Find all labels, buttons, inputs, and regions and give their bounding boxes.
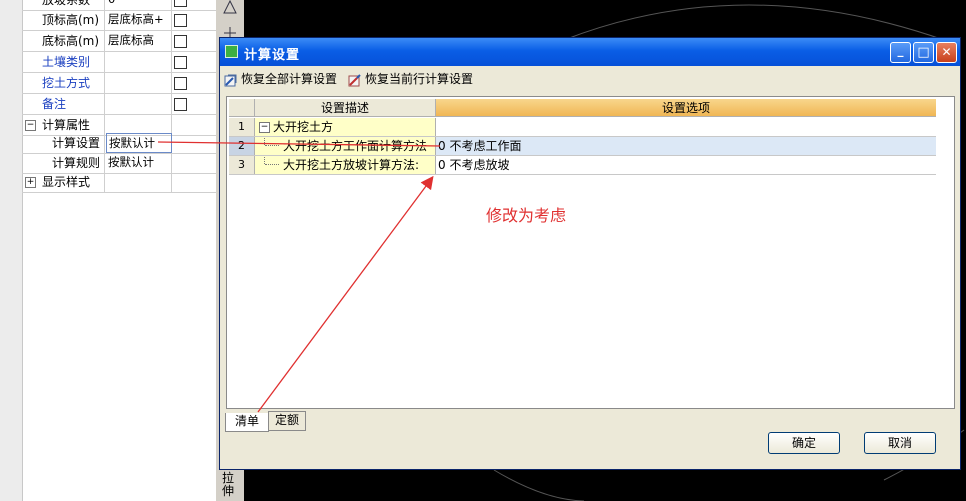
- app-icon: [225, 45, 238, 58]
- cancel-button[interactable]: 取消: [864, 432, 936, 454]
- grid-row-description: 大开挖土方工作面计算方法: [255, 137, 436, 155]
- checkbox[interactable]: [174, 77, 187, 90]
- triangle-icon[interactable]: [222, 0, 238, 14]
- settings-grid: 设置描述 设置选项 1 − 大开挖土方 2 大开挖土方工作面计算方法 0 不考虑…: [226, 96, 955, 409]
- restore-all-button[interactable]: 恢复全部计算设置: [224, 70, 337, 88]
- prop-row-top-elevation[interactable]: 顶标高(m) 层底标高+: [22, 10, 216, 31]
- grid-row-option[interactable]: [436, 118, 936, 136]
- grid-row-description: 大开挖土方放坡计算方法:: [255, 156, 436, 174]
- checkbox[interactable]: [174, 0, 187, 7]
- calc-settings-dialog: 计算设置 _ □ ✕ 恢复全部计算设置 恢复当前行计算设置 设置描述 设置选项 …: [219, 37, 961, 470]
- grid-header-option: 设置选项: [436, 99, 936, 117]
- checkbox[interactable]: [174, 14, 187, 27]
- collapse-icon[interactable]: −: [259, 122, 270, 133]
- panel-left-strip: [0, 0, 23, 501]
- prop-group-display-style[interactable]: + 显示样式: [22, 172, 216, 193]
- dialog-title-bar[interactable]: 计算设置 _ □ ✕: [220, 38, 960, 66]
- grid-row[interactable]: 2 大开挖土方工作面计算方法 0 不考虑工作面: [229, 137, 936, 156]
- checkbox[interactable]: [174, 56, 187, 69]
- prop-row-calc-rules[interactable]: 计算规则 按默认计: [22, 153, 216, 174]
- grid-row[interactable]: 1 − 大开挖土方: [229, 118, 936, 137]
- prop-row-remark[interactable]: 备注: [22, 94, 216, 115]
- checkbox[interactable]: [174, 35, 187, 48]
- minimize-button[interactable]: _: [890, 42, 911, 63]
- grid-row-option[interactable]: 0 不考虑工作面: [436, 137, 936, 155]
- grid-row[interactable]: 3 大开挖土方放坡计算方法: 0 不考虑放坡: [229, 156, 936, 175]
- dialog-title: 计算设置: [244, 48, 301, 63]
- ok-button[interactable]: 确定: [768, 432, 840, 454]
- restore-all-icon: [224, 74, 237, 86]
- grid-row-option[interactable]: 0 不考虑放坡: [436, 156, 936, 174]
- annotation-text: 修改为考虑: [486, 206, 567, 225]
- restore-current-row-button[interactable]: 恢复当前行计算设置: [348, 70, 473, 88]
- tab-bill[interactable]: 清单: [225, 413, 269, 432]
- maximize-button[interactable]: □: [913, 42, 934, 63]
- grid-header-description: 设置描述: [255, 99, 436, 117]
- close-button[interactable]: ✕: [936, 42, 957, 63]
- restore-row-icon: [348, 73, 361, 86]
- prop-row-calc-settings[interactable]: 计算设置 按默认计: [22, 133, 216, 154]
- tab-quota[interactable]: 定额: [268, 411, 306, 431]
- prop-row-bottom-elevation[interactable]: 底标高(m) 层底标高: [22, 31, 216, 52]
- property-panel: 放坡系数 0 顶标高(m) 层底标高+ 底标高(m) 层底标高 土壤类别 挖土方…: [0, 0, 217, 501]
- stretch-tool-label[interactable]: 拉 伸: [222, 472, 238, 498]
- grid-row-description: − 大开挖土方: [255, 118, 436, 136]
- prop-row-excavation-method[interactable]: 挖土方式: [22, 73, 216, 94]
- prop-row-soil-type[interactable]: 土壤类别: [22, 52, 216, 73]
- checkbox[interactable]: [174, 98, 187, 111]
- grid-header-number: [229, 99, 255, 117]
